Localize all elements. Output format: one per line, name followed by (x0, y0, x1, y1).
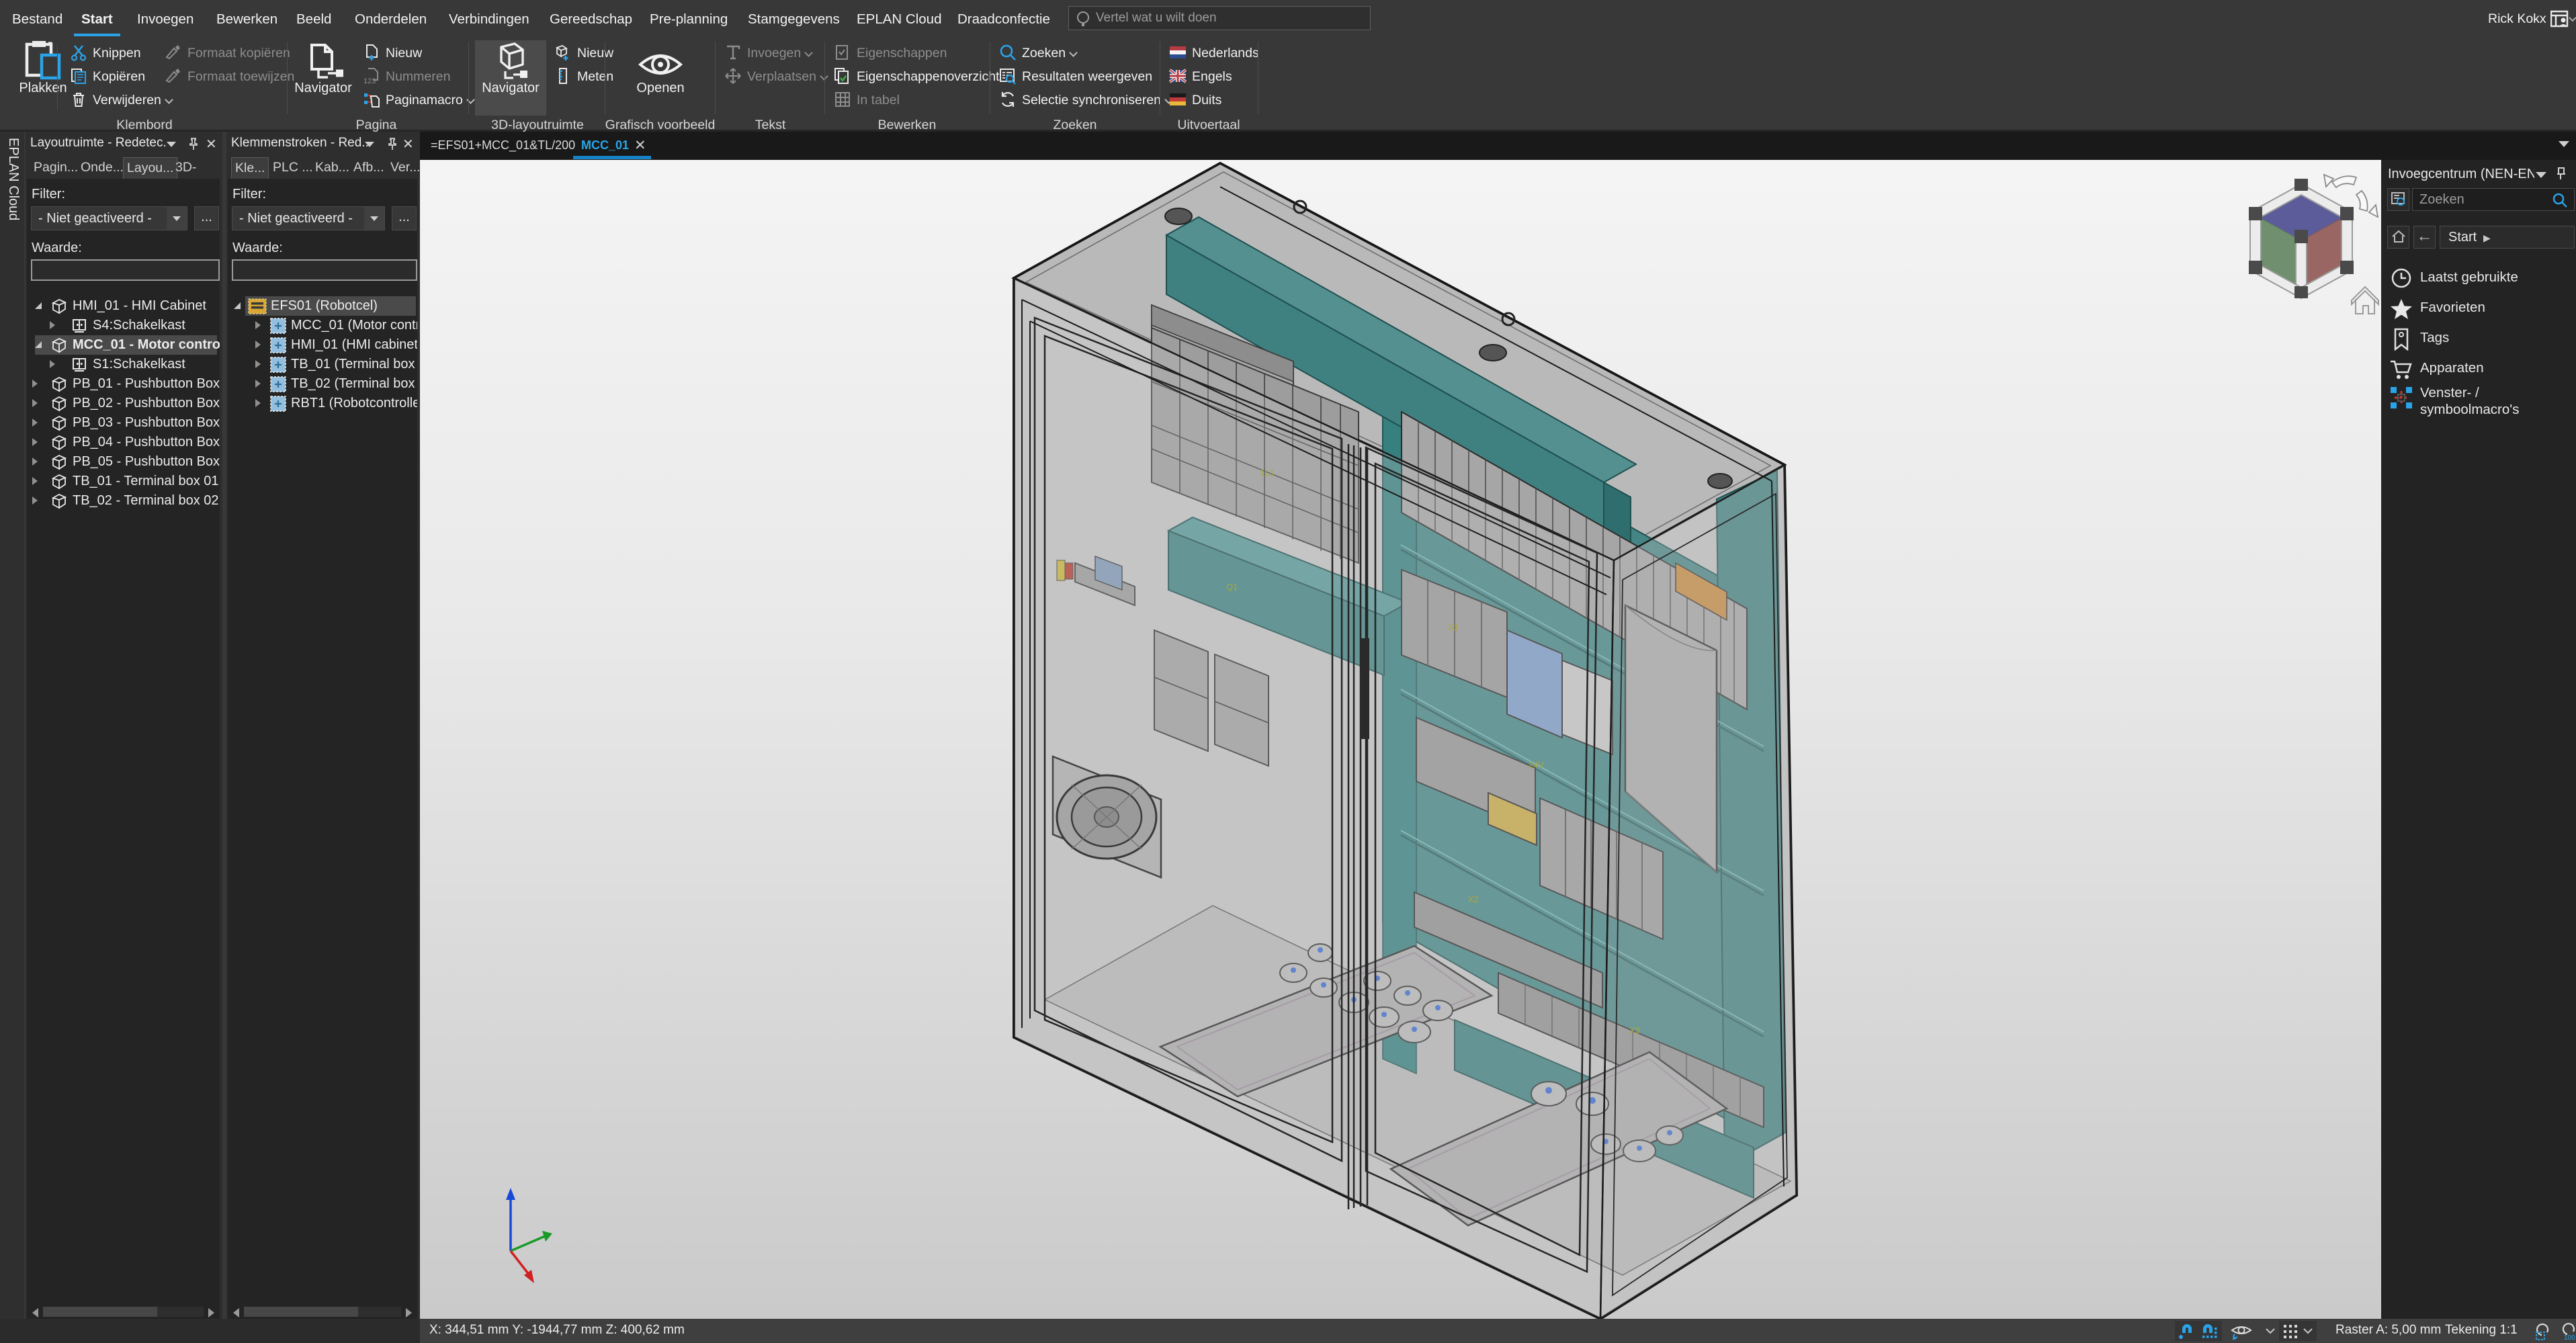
svg-text:1L1: 1L1 (1260, 468, 1275, 478)
svg-text:123: 123 (363, 77, 376, 85)
svg-text:X1: X1 (1448, 622, 1459, 632)
svg-text:Q1: Q1 (1226, 582, 1238, 592)
svg-text:X2: X2 (1468, 894, 1479, 904)
svg-text:100: 100 (2564, 1334, 2575, 1342)
svg-text:X3: X3 (1629, 1025, 1640, 1035)
svg-text:24V: 24V (1529, 760, 1544, 770)
